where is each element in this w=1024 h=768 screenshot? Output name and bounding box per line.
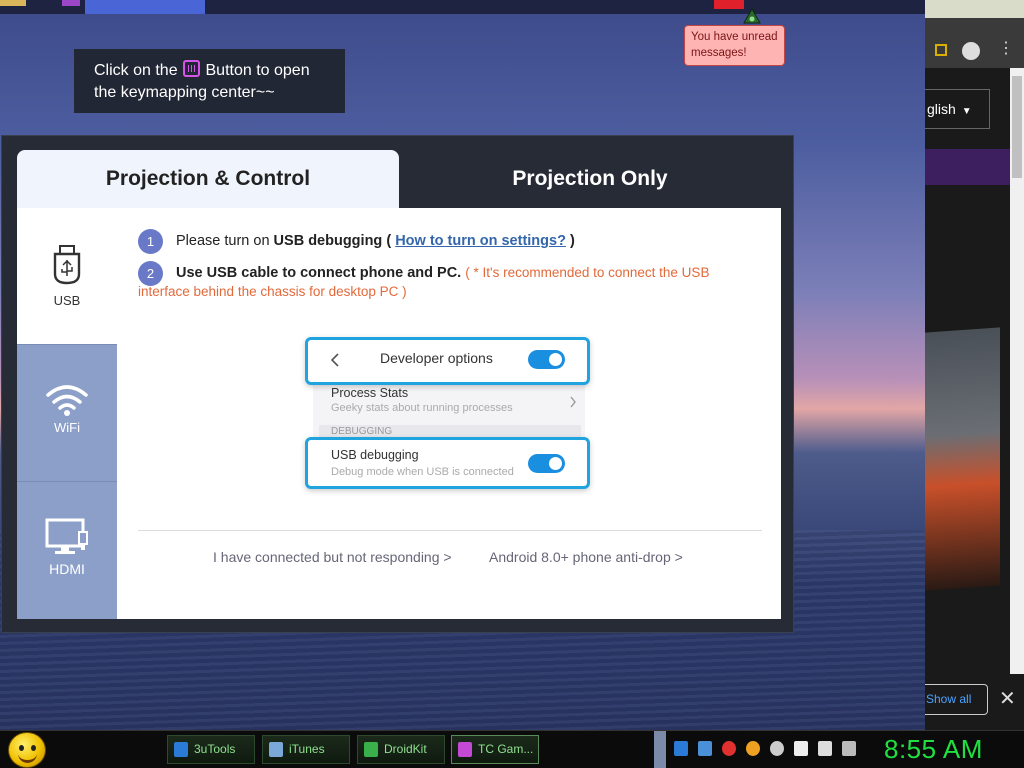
top-window-strip bbox=[0, 0, 925, 14]
itunes-icon bbox=[269, 742, 283, 757]
debugging-section-header: DEBUGGING bbox=[319, 425, 581, 437]
monitor-icon bbox=[45, 518, 88, 554]
process-stats-row: Process Stats Geeky stats about running … bbox=[331, 386, 513, 414]
step-text: Please turn on bbox=[176, 233, 274, 249]
dialog-content: USB WiFi HDMI 1 Please turn on USB debug… bbox=[17, 208, 781, 619]
developer-options-toggle bbox=[528, 350, 565, 369]
browser-titlebar bbox=[925, 0, 1024, 18]
search-tray-icon[interactable] bbox=[746, 741, 760, 756]
menu-icon[interactable]: ⋮ bbox=[998, 40, 1014, 58]
how-to-settings-link[interactable]: How to turn on settings? bbox=[395, 233, 566, 249]
usb-debugging-title: USB debugging bbox=[331, 448, 419, 462]
step-paren-close: ) bbox=[565, 233, 575, 249]
taskbar-app-tc-games[interactable]: TC Gam... bbox=[451, 735, 539, 764]
3utools-icon bbox=[174, 742, 188, 757]
status-tray-icon[interactable] bbox=[770, 741, 784, 756]
sidebar-item-wifi[interactable]: WiFi bbox=[17, 344, 117, 481]
droidkit-icon bbox=[364, 742, 378, 757]
usb-debugging-illustration: Developer options Process Stats Geeky st… bbox=[305, 337, 595, 489]
taskbar-app-droidkit[interactable]: DroidKit bbox=[357, 735, 445, 764]
taskbar-app-3utools[interactable]: 3uTools bbox=[167, 735, 255, 764]
usb-icon bbox=[53, 245, 81, 285]
game-thumbnail[interactable] bbox=[925, 327, 1000, 591]
pin-icon bbox=[743, 8, 761, 24]
anti-drop-link[interactable]: Android 8.0+ phone anti-drop > bbox=[489, 549, 683, 565]
sidebar-item-label: WiFi bbox=[54, 420, 80, 435]
step-paren-open: ( bbox=[382, 233, 396, 249]
app-icon[interactable] bbox=[62, 0, 80, 6]
profile-icon[interactable] bbox=[962, 42, 980, 60]
banner-strip bbox=[925, 149, 1013, 185]
tooltip-text: You have unread messages! bbox=[691, 31, 778, 59]
taskbar-app-label: 3uTools bbox=[194, 742, 236, 756]
flag-icon[interactable] bbox=[794, 741, 808, 756]
start-button[interactable] bbox=[8, 732, 46, 768]
usb-debugging-subtitle: Debug mode when USB is connected bbox=[331, 466, 514, 478]
network-icon[interactable] bbox=[818, 741, 832, 756]
chevron-down-icon: ▼ bbox=[961, 106, 972, 117]
taskbar-app-label: DroidKit bbox=[384, 742, 427, 756]
step-note-continued: interface behind the chassis for desktop… bbox=[138, 284, 407, 299]
notification-button[interactable] bbox=[714, 0, 744, 9]
usb-debugging-card: USB debugging Debug mode when USB is con… bbox=[305, 437, 590, 489]
language-select[interactable]: glish ▼ bbox=[925, 89, 990, 129]
developer-options-card: Developer options bbox=[305, 337, 590, 385]
tab-projection-control[interactable]: Projection & Control bbox=[17, 150, 399, 210]
hint-text-pre: Click on the bbox=[94, 62, 178, 79]
taskbar-app-label: iTunes bbox=[289, 742, 325, 756]
keymapping-hint: Click on the Button to open the keymappi… bbox=[74, 49, 345, 113]
tc-games-icon bbox=[458, 742, 472, 757]
taskbar-app-itunes[interactable]: iTunes bbox=[262, 735, 350, 764]
chevron-right-icon bbox=[570, 396, 576, 408]
browser-toolbar: ⋮ bbox=[925, 18, 1024, 68]
chevron-left-icon bbox=[330, 353, 339, 367]
network-tray-icon[interactable] bbox=[698, 741, 712, 756]
process-stats-subtitle: Geeky stats about running processes bbox=[331, 402, 513, 414]
taskbar: 3uTools iTunes DroidKit TC Gam... 8:55 A… bbox=[0, 730, 1024, 768]
bookmark-icon[interactable] bbox=[935, 44, 947, 56]
scrollbar-thumb[interactable] bbox=[1012, 76, 1022, 178]
sidebar-item-label: HDMI bbox=[49, 561, 85, 577]
step-note: ( * It's recommended to connect the USB bbox=[465, 265, 710, 280]
developer-options-title: Developer options bbox=[380, 350, 493, 366]
connection-dialog: Projection & Control Projection Only USB… bbox=[1, 135, 794, 633]
3utools-tray-icon[interactable] bbox=[674, 741, 688, 756]
not-responding-link[interactable]: I have connected but not responding > bbox=[213, 549, 452, 565]
content-divider bbox=[138, 530, 762, 531]
browser-scrollbar[interactable] bbox=[1010, 68, 1024, 674]
tab-projection-only[interactable]: Projection Only bbox=[400, 150, 780, 208]
language-label: glish bbox=[927, 101, 956, 117]
process-stats-title: Process Stats bbox=[331, 386, 409, 400]
keymapping-icon bbox=[183, 60, 201, 77]
step-bold-text: USB debugging bbox=[273, 233, 383, 249]
volume-icon[interactable] bbox=[842, 741, 856, 756]
step-bold-text: Use USB cable to connect phone and PC. bbox=[176, 265, 462, 281]
taskbar-scroll[interactable] bbox=[654, 731, 666, 768]
window-tab[interactable] bbox=[85, 0, 205, 14]
step-number: 2 bbox=[138, 261, 163, 286]
taskbar-clock[interactable]: 8:55 AM bbox=[884, 734, 983, 765]
taskbar-app-label: TC Gam... bbox=[478, 742, 534, 756]
sidebar-item-label: USB bbox=[53, 293, 81, 308]
browser-window: ⋮ glish ▼ Show all ✕ bbox=[925, 0, 1024, 730]
wifi-icon bbox=[46, 385, 88, 416]
close-icon[interactable]: ✕ bbox=[999, 686, 1016, 711]
usb-debugging-toggle bbox=[528, 454, 565, 473]
sidebar-item-usb[interactable]: USB bbox=[17, 208, 117, 344]
unread-messages-tooltip[interactable]: You have unread messages! bbox=[684, 25, 785, 66]
show-all-button[interactable]: Show all bbox=[925, 684, 988, 715]
step-number: 1 bbox=[138, 229, 163, 254]
antivirus-tray-icon[interactable] bbox=[722, 741, 736, 756]
app-icon[interactable] bbox=[0, 0, 26, 6]
sidebar-item-hdmi[interactable]: HDMI bbox=[17, 481, 117, 619]
